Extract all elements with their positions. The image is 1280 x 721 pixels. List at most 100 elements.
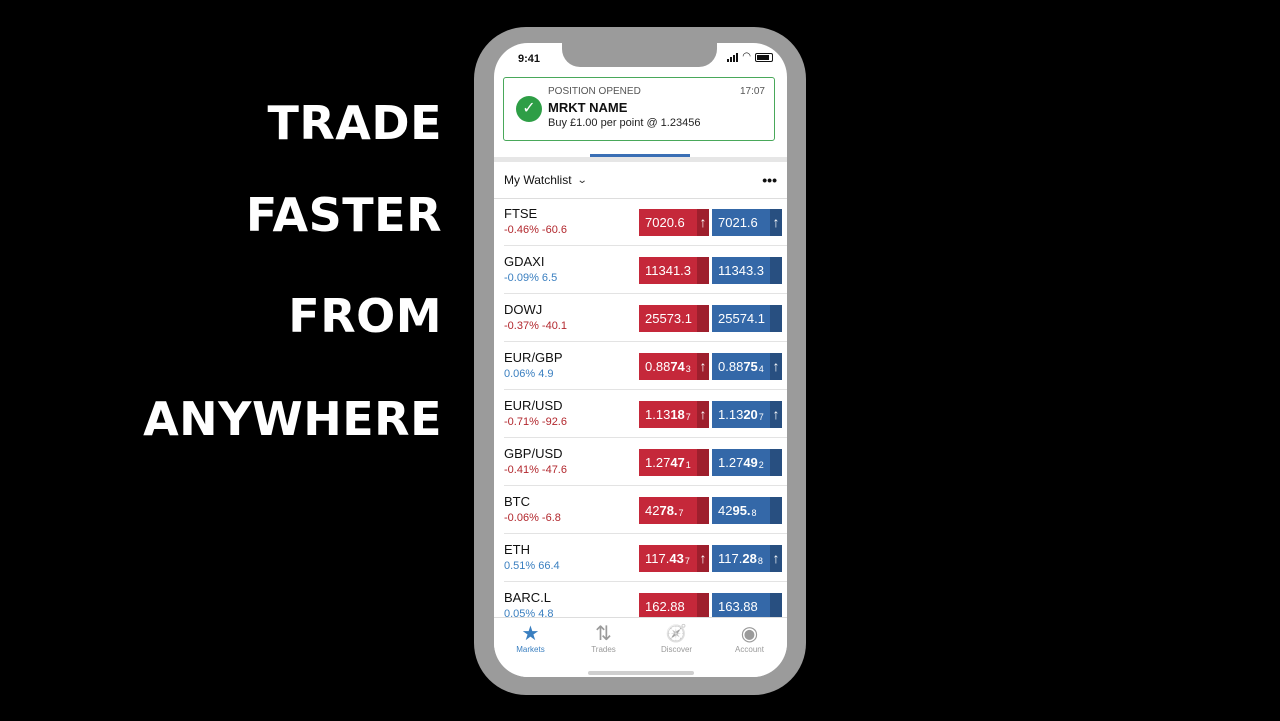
checkmark-icon: ✓ (516, 96, 542, 122)
sell-price-button[interactable]: 42 78. 7 (639, 497, 709, 524)
buy-price-button[interactable]: 117. 28 8 ↑ (712, 545, 782, 572)
buy-price-fraction: 8 (751, 507, 757, 518)
nav-label: Markets (516, 645, 545, 654)
battery-icon (755, 52, 773, 62)
market-change: -0.06% -6.8 (504, 512, 561, 524)
nav-trades[interactable]: ⇅ Trades (567, 623, 640, 654)
buy-price-value: 163.88 (718, 599, 758, 614)
status-icons: ◠ (727, 52, 773, 62)
table-row[interactable]: EUR/GBP 0.06% 4.9 0.88 74 3 ↑ 0.88 75 4 ↑ (504, 342, 787, 390)
sell-price-fraction: 1 (685, 459, 691, 470)
buy-price-trend: ↑ (770, 353, 782, 380)
sell-price-button[interactable]: 117. 43 7 ↑ (639, 545, 709, 572)
arrow-up-icon: ↑ (699, 550, 707, 566)
phone-frame: 9:41 ◠ ✓ POSITION OPENED 17:07 MRKT NAME… (474, 27, 806, 695)
nav-discover[interactable]: 🧭 Discover (640, 623, 713, 654)
watchlist-header: My Watchlist ⌄ ••• (494, 162, 787, 199)
buy-price-button[interactable]: 25574.1 (712, 305, 782, 332)
sell-price-prefix: 1.13 (645, 407, 671, 422)
arrow-up-icon: ↑ (772, 214, 780, 230)
market-change: -0.46% -60.6 (504, 224, 567, 236)
wifi-icon: ◠ (742, 51, 751, 62)
buy-price-button[interactable]: 163.88 (712, 593, 782, 620)
table-row[interactable]: FTSE -0.46% -60.6 7020.6 ↑ 7021.6 ↑ (504, 198, 787, 246)
sell-price-fraction: 3 (685, 363, 691, 374)
status-time: 9:41 (518, 53, 541, 65)
market-name: BTC (504, 494, 530, 509)
nav-account[interactable]: ◉ Account (713, 623, 786, 654)
buy-price-fraction: 2 (758, 459, 764, 470)
market-name: GDAXI (504, 254, 545, 269)
sell-price-trend (697, 449, 709, 476)
slogan-line-4: ANYWHERE (143, 392, 442, 446)
buy-price-value: 7021.6 (718, 215, 758, 230)
buy-price-fraction: 4 (758, 363, 764, 374)
buy-price-prefix: 1.13 (718, 407, 744, 422)
slogan-line-3: FROM (288, 289, 442, 343)
table-row[interactable]: BTC -0.06% -6.8 42 78. 7 42 95. 8 (504, 486, 787, 534)
sell-price-prefix: 1.27 (645, 455, 671, 470)
sell-price-button[interactable]: 1.13 18 7 ↑ (639, 401, 709, 428)
bottom-nav: ★ Markets ⇅ Trades 🧭 Discover ◉ Account (494, 617, 787, 677)
market-change: -0.37% -40.1 (504, 320, 567, 332)
sell-price-prefix: 42 (645, 503, 660, 518)
watchlist-selector[interactable]: My Watchlist (504, 173, 572, 187)
arrow-up-icon: ↑ (699, 406, 707, 422)
table-row[interactable]: GBP/USD -0.41% -47.6 1.27 47 1 1.27 49 2 (504, 438, 787, 486)
buy-price-fraction: 8 (757, 555, 763, 566)
arrow-up-icon: ↑ (772, 550, 780, 566)
watchlist-rows: FTSE -0.46% -60.6 7020.6 ↑ 7021.6 ↑ GDAXI -0.09… (494, 198, 787, 630)
buy-price-trend (770, 497, 782, 524)
phone-screen: 9:41 ◠ ✓ POSITION OPENED 17:07 MRKT NAME… (494, 43, 787, 677)
buy-price-trend (770, 305, 782, 332)
more-options-icon[interactable]: ••• (762, 172, 777, 188)
arrow-up-icon: ↑ (772, 358, 780, 374)
sell-price-main: 43 (669, 551, 684, 566)
sell-price-button[interactable]: 0.88 74 3 ↑ (639, 353, 709, 380)
buy-price-fraction: 7 (758, 411, 764, 422)
slogan-line-1: TRADE (267, 96, 442, 150)
market-change: -0.71% -92.6 (504, 416, 567, 428)
buy-price-button[interactable]: 1.27 49 2 (712, 449, 782, 476)
market-change: 0.51% 66.4 (504, 560, 560, 572)
table-row[interactable]: DOWJ -0.37% -40.1 25573.1 25574.1 (504, 294, 787, 342)
buy-price-trend: ↑ (770, 401, 782, 428)
sell-price-trend (697, 497, 709, 524)
arrow-up-icon: ↑ (699, 214, 707, 230)
sell-price-trend: ↑ (697, 401, 709, 428)
chevron-down-icon[interactable]: ⌄ (576, 175, 587, 186)
sell-price-fraction: 7 (678, 507, 684, 518)
sell-price-button[interactable]: 1.27 47 1 (639, 449, 709, 476)
sell-price-main: 47 (670, 455, 685, 470)
star-icon: ★ (521, 623, 540, 645)
buy-price-button[interactable]: 42 95. 8 (712, 497, 782, 524)
buy-price-trend (770, 593, 782, 620)
buy-price-prefix: 0.88 (718, 359, 744, 374)
market-name: EUR/USD (504, 398, 563, 413)
market-name: EUR/GBP (504, 350, 563, 365)
buy-price-button[interactable]: 7021.6 ↑ (712, 209, 782, 236)
sell-price-button[interactable]: 7020.6 ↑ (639, 209, 709, 236)
arrow-up-icon: ↑ (772, 406, 780, 422)
market-name: GBP/USD (504, 446, 563, 461)
buy-price-prefix: 42 (718, 503, 733, 518)
slogan-line-2: FASTER (245, 188, 442, 242)
buy-price-main: 75 (743, 359, 758, 374)
sell-price-trend (697, 305, 709, 332)
sell-price-main: 74 (670, 359, 685, 374)
sell-price-value: 11341.3 (645, 263, 692, 278)
table-row[interactable]: GDAXI -0.09% 6.5 11341.3 11343.3 (504, 246, 787, 294)
table-row[interactable]: ETH 0.51% 66.4 117. 43 7 ↑ 117. 28 8 ↑ (504, 534, 787, 582)
sell-price-button[interactable]: 162.88 (639, 593, 709, 620)
nav-markets[interactable]: ★ Markets (494, 623, 567, 654)
buy-price-button[interactable]: 0.88 75 4 ↑ (712, 353, 782, 380)
buy-price-main: 95. (732, 503, 751, 518)
table-row[interactable]: EUR/USD -0.71% -92.6 1.13 18 7 ↑ 1.13 20 7 ↑ (504, 390, 787, 438)
sell-price-button[interactable]: 25573.1 (639, 305, 709, 332)
sell-price-button[interactable]: 11341.3 (639, 257, 709, 284)
phone-notch (562, 43, 717, 67)
position-opened-notification[interactable]: ✓ POSITION OPENED 17:07 MRKT NAME Buy £1… (503, 77, 775, 141)
buy-price-main: 20 (743, 407, 758, 422)
buy-price-button[interactable]: 11343.3 (712, 257, 782, 284)
buy-price-button[interactable]: 1.13 20 7 ↑ (712, 401, 782, 428)
